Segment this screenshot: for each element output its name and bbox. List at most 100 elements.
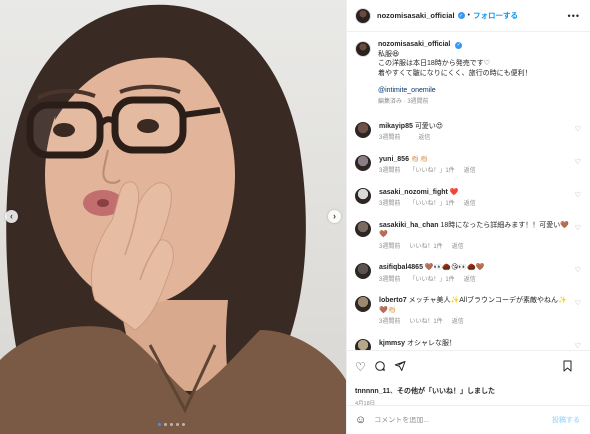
post-photo[interactable]: ‹ ›	[0, 0, 346, 434]
comment-meta: 3週間前 「いいね！」1件 返信	[379, 200, 569, 210]
reply-button[interactable]: 返信	[452, 319, 464, 325]
comment-row: mikayip85 可愛い😍 3週間前 返信 ♡	[347, 121, 590, 144]
comment-username[interactable]: mikayip85	[379, 123, 413, 130]
comment-meta: 3週間前 「いいね！」1件 返信	[379, 276, 569, 286]
verified-badge-icon: ✓	[455, 42, 463, 50]
reply-button[interactable]: 返信	[464, 277, 476, 283]
reply-button[interactable]: 返信	[452, 244, 464, 250]
action-bar: ♡ tnnnnn_11、その他が「いいね！」しました 4月18日	[347, 350, 590, 407]
carousel-dot	[176, 423, 179, 426]
previous-slide-button[interactable]: ‹	[5, 210, 18, 223]
likes-others-text: その他が「いいね！」しました	[397, 388, 496, 395]
comment-username[interactable]: sasakiki_ha_chan	[379, 222, 439, 229]
avatar[interactable]	[355, 121, 371, 138]
comment-time: 3週間前	[379, 276, 401, 283]
comment-like-count[interactable]: いいね！1件	[409, 244, 442, 250]
comment-time: 3週間前	[379, 319, 401, 326]
comment-body: asifiqbal4865 🤎👀🌰😘👀🌰🤎 3週間前 「いいね！」1件 返信	[379, 263, 569, 285]
comment-meta: 3週間前 いいね！1件 返信	[379, 243, 569, 253]
avatar[interactable]	[355, 154, 371, 171]
follow-button[interactable]: フォローする	[473, 10, 518, 21]
comment-body: loberto7 メッチャ美人✨Allブラウンコーデが素敵やねん✨🤎👏🏻 3週間前…	[379, 296, 569, 328]
reply-button[interactable]: 返信	[464, 168, 476, 174]
caption-avatar[interactable]	[355, 41, 371, 57]
next-slide-button[interactable]: ›	[328, 210, 341, 223]
comment-input[interactable]	[374, 416, 540, 424]
comment-row: loberto7 メッチャ美人✨Allブラウンコーデが素敵やねん✨🤎👏🏻 3週間前…	[347, 296, 590, 328]
carousel-dot	[170, 423, 173, 426]
comment-time: 3週間前	[379, 201, 401, 208]
comment-heart-icon[interactable]: ♡	[575, 191, 581, 199]
more-options-icon[interactable]: •••	[568, 11, 580, 21]
avatar[interactable]	[355, 263, 371, 280]
comment-username[interactable]: sasaki_nozomi_fight	[379, 189, 448, 196]
comment-heart-icon[interactable]: ♡	[575, 266, 581, 274]
liker-username[interactable]: tnnnnn_11	[355, 388, 390, 395]
reply-button[interactable]: 返信	[464, 201, 476, 207]
comment-like-count[interactable]: 「いいね！」1件	[409, 201, 454, 207]
reply-button[interactable]: 返信	[418, 135, 430, 141]
action-icons-row: ♡	[355, 359, 582, 375]
comment-like-count[interactable]: 「いいね！」1件	[409, 277, 454, 283]
carousel-indicator	[158, 423, 185, 426]
comment-username[interactable]: kjmmsy	[379, 340, 405, 347]
comment-time: 3週間前	[379, 243, 401, 250]
avatar[interactable]	[355, 220, 371, 237]
comment-body: sasakiki_ha_chan 18時になったら詳細みます！！可愛い🤎🤎 3週間…	[379, 221, 569, 253]
emoji-icon[interactable]: ☺	[355, 414, 366, 426]
avatar[interactable]	[355, 296, 371, 313]
comment-row: asifiqbal4865 🤎👀🌰😘👀🌰🤎 3週間前 「いいね！」1件 返信 ♡	[347, 263, 590, 285]
comment-meta: 3週間前 「いいね！」1件 返信	[379, 167, 569, 177]
comment-username[interactable]: loberto7	[379, 297, 407, 304]
avatar[interactable]	[355, 338, 371, 350]
caption-line: 着やすくて皺になりにくく、旅行の時にも便利！	[378, 69, 532, 77]
comment-icon[interactable]	[374, 360, 386, 374]
comment-like-count[interactable]: 「いいね！」1件	[409, 168, 454, 174]
post-side-panel: nozomisasaki_official ✓ • フォローする ••• noz…	[346, 0, 590, 434]
comment-body: sasaki_nozomi_fight ❤️ 3週間前 「いいね！」1件 返信	[379, 188, 569, 210]
comment-text: ❤️	[449, 188, 459, 196]
comment-username[interactable]: yuni_856	[379, 156, 409, 163]
portrait-illustration	[0, 4, 346, 434]
send-icon[interactable]	[394, 360, 406, 374]
comments-scroll-area[interactable]: nozomisasaki_official ✓ 私服😆 この洋服は本日18時から…	[347, 33, 590, 350]
comment-heart-icon[interactable]: ♡	[575, 125, 581, 133]
comment-heart-icon[interactable]: ♡	[575, 224, 581, 232]
post-comment-button[interactable]: 投稿する	[552, 415, 580, 425]
comment-meta: 3週間前 いいね！1件 返信	[379, 318, 569, 328]
comment-text: 可愛い😍	[414, 122, 444, 130]
caption-line: 私服😆	[378, 50, 400, 58]
chevron-left-icon: ‹	[10, 211, 13, 221]
mention-link[interactable]: @intimite_onemile	[378, 86, 532, 96]
comment-meta: 3週間前 返信	[379, 134, 569, 144]
caption-username[interactable]: nozomisasaki_official	[378, 41, 450, 48]
heart-icon[interactable]: ♡	[355, 361, 366, 373]
bookmark-icon[interactable]	[562, 360, 573, 374]
post-caption: nozomisasaki_official ✓ 私服😆 この洋服は本日18時から…	[347, 33, 590, 108]
header-username[interactable]: nozomisasaki_official	[377, 11, 455, 20]
comment-username[interactable]: asifiqbal4865	[379, 264, 423, 271]
comment-heart-icon[interactable]: ♡	[575, 158, 581, 166]
avatar[interactable]	[355, 187, 371, 204]
post-header: nozomisasaki_official ✓ • フォローする •••	[347, 0, 590, 32]
verified-badge-icon: ✓	[457, 12, 465, 19]
add-comment-bar: ☺ 投稿する	[347, 405, 590, 434]
comment-heart-icon[interactable]: ♡	[575, 342, 581, 350]
caption-meta: 編集済み · 3週間前	[378, 98, 429, 105]
separator-dot: •	[467, 12, 470, 19]
comment-like-count[interactable]: いいね！1件	[409, 319, 442, 325]
comment-heart-icon[interactable]: ♡	[575, 299, 581, 307]
comment-time: 3週間前	[379, 168, 401, 175]
comment-text: 👏🏻👏🏻	[410, 155, 429, 163]
comment-body: yuni_856 👏🏻👏🏻 3週間前 「いいね！」1件 返信	[379, 155, 569, 177]
comment-row: kjmmsy オシャレな服！3週間前いいね！1件返信 ♡	[347, 338, 590, 350]
comment-row: yuni_856 👏🏻👏🏻 3週間前 「いいね！」1件 返信 ♡	[347, 154, 590, 177]
likes-summary[interactable]: tnnnnn_11、その他が「いいね！」しました	[355, 386, 582, 396]
comment-row: sasakiki_ha_chan 18時になったら詳細みます！！可愛い🤎🤎 3週間…	[347, 220, 590, 253]
carousel-dot	[182, 423, 185, 426]
comment-text: オシャレな服！	[407, 339, 457, 347]
avatar[interactable]	[355, 7, 371, 24]
chevron-right-icon: ›	[333, 211, 336, 221]
carousel-dot	[164, 423, 167, 426]
comment-body: kjmmsy オシャレな服！3週間前いいね！1件返信	[379, 339, 569, 350]
